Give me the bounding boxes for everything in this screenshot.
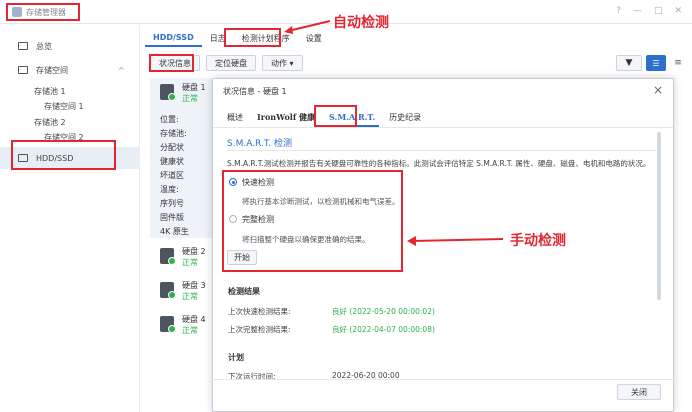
app-title-box: 存储管理器	[6, 3, 80, 21]
list-view-icon: ☰	[652, 58, 660, 68]
storage-manager-icon	[12, 7, 22, 17]
minimize-icon[interactable]: —	[633, 6, 642, 16]
last-full-label: 上次完整检测结果:	[228, 325, 291, 334]
menu-icon: ≡	[674, 58, 682, 68]
close-icon[interactable]: ✕	[674, 6, 682, 16]
disk-status: 正常	[182, 326, 198, 335]
maximize-icon[interactable]: □	[654, 6, 663, 16]
view-list-button[interactable]: ☰	[646, 55, 666, 71]
overview-icon	[18, 42, 28, 50]
detail-label: 位置:	[160, 115, 179, 124]
detail-label: 温度:	[160, 185, 179, 194]
check-icon	[168, 325, 176, 333]
divider	[213, 127, 673, 128]
check-icon	[168, 291, 176, 299]
list-item[interactable]: 硬盘 2 正常	[160, 246, 212, 276]
sidebar-item-label: 存储池 2	[34, 117, 66, 127]
filter-button[interactable]: ▼	[616, 55, 642, 71]
list-item[interactable]: 硬盘 1 正常	[160, 82, 212, 112]
highlight-hdd-ssd	[11, 140, 116, 170]
detail-label: 坏道区	[160, 171, 184, 180]
sidebar-item-label: 总览	[36, 41, 52, 51]
window-controls: ? — □ ✕	[616, 6, 682, 16]
last-quick-label: 上次快速检测结果:	[228, 307, 291, 316]
tab-overview[interactable]: 概述	[223, 109, 247, 127]
dialog-scrollbar[interactable]	[657, 132, 661, 300]
action-button[interactable]: 动作 ▾	[262, 55, 303, 71]
detail-label: 分配状	[160, 143, 184, 152]
disk-name: 硬盘 2	[182, 247, 206, 256]
divider	[227, 150, 657, 151]
tab-ironwolf[interactable]: IronWolf 健康	[253, 109, 319, 127]
disk-status: 正常	[182, 94, 198, 103]
detail-label: 健康状	[160, 157, 184, 166]
highlight-status-info	[149, 54, 194, 72]
highlight-manual-test	[222, 170, 403, 272]
filter-icon: ▼	[625, 58, 633, 68]
highlight-smart-tab	[314, 105, 357, 127]
sidebar-item-label: 存储空间	[36, 65, 68, 75]
detail-label: 存储池:	[160, 129, 187, 138]
arrow-icon	[407, 236, 504, 246]
schedule-title: 计划	[228, 353, 244, 362]
disk-name: 硬盘 3	[182, 281, 206, 290]
close-button[interactable]: 关闭	[617, 384, 661, 400]
arrow-icon	[284, 20, 331, 34]
detail-label: 序列号	[160, 199, 184, 208]
results-title: 检测结果	[228, 287, 260, 296]
chevron-up-icon[interactable]: ^	[118, 66, 125, 75]
disk-status: 正常	[182, 258, 198, 267]
last-full-value: 良好 (2022-04-07 00:00:08)	[332, 325, 435, 334]
sidebar: 总览 存储空间 ^ 存储池 1 存储空间 1 存储池 2 存储空间 2 HDD/…	[0, 25, 140, 412]
section-title: S.M.A.R.T. 检测	[227, 139, 293, 149]
tab-history[interactable]: 历史纪录	[385, 109, 425, 127]
annotation-auto: 自动检测	[333, 15, 389, 31]
help-icon[interactable]: ?	[616, 6, 621, 16]
sidebar-item-overview[interactable]: 总览	[0, 37, 140, 55]
detail-label: 4K 原生	[160, 227, 189, 236]
sidebar-item-label: 存储空间 1	[44, 101, 84, 111]
detail-label: 固件版	[160, 213, 184, 222]
tab-hdd-ssd[interactable]: HDD/SSD	[145, 29, 202, 47]
view-menu-button[interactable]: ≡	[670, 55, 686, 71]
sidebar-item-storage[interactable]: 存储空间 ^	[0, 61, 140, 79]
check-icon	[168, 257, 176, 265]
annotation-manual: 手动检测	[510, 233, 566, 249]
disk-name: 硬盘 4	[182, 315, 206, 324]
list-item[interactable]: 硬盘 3 正常	[160, 280, 212, 310]
close-icon[interactable]: ×	[653, 83, 663, 97]
last-quick-value: 良好 (2022-05-20 00:00:02)	[332, 307, 435, 316]
list-item[interactable]: 硬盘 4 正常	[160, 314, 212, 344]
dialog-title: 状况信息 - 硬盘 1	[223, 87, 287, 96]
divider	[212, 379, 674, 380]
storage-icon	[18, 66, 28, 74]
disk-status: 正常	[182, 292, 198, 301]
check-icon	[168, 93, 176, 101]
sidebar-item-label: 存储池 1	[34, 86, 66, 96]
app-title: 存储管理器	[26, 7, 66, 17]
disk-name: 硬盘 1	[182, 83, 206, 92]
smart-description: S.M.A.R.T.测试检测并报告有关硬盘可靠性的各种指标。此测试会评估特定 S…	[227, 159, 651, 168]
highlight-test-scheduler	[224, 28, 281, 47]
locate-disk-button[interactable]: 定位硬盘	[206, 55, 256, 71]
next-run-label: 下次运行时间:	[228, 372, 276, 381]
